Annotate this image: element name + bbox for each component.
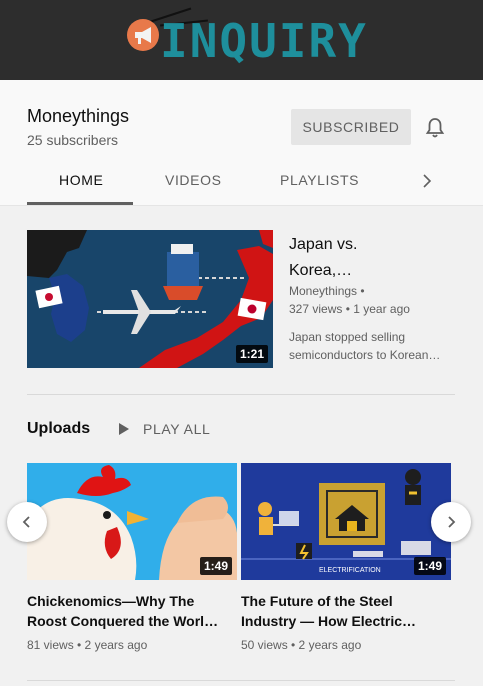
- tab-playlists[interactable]: PLAYLISTS: [280, 172, 359, 188]
- featured-video-description: Japan stopped selling semiconductors to …: [289, 328, 451, 364]
- chevron-right-icon[interactable]: [420, 172, 434, 190]
- bell-icon[interactable]: [425, 117, 445, 139]
- featured-channel-name[interactable]: Moneythings •: [289, 284, 365, 298]
- thumbnail-caption: ELECTRIFICATION: [319, 567, 381, 574]
- video-duration: 1:21: [235, 345, 268, 363]
- featured-video-meta: 327 views • 1 year ago: [289, 302, 410, 316]
- tab-home[interactable]: HOME: [59, 172, 103, 188]
- shelf-prev-button[interactable]: [7, 502, 47, 542]
- video-meta: 50 views • 2 years ago: [241, 638, 362, 652]
- uploads-shelf-title[interactable]: Uploads: [27, 420, 90, 438]
- description-line: Japan stopped selling: [289, 330, 406, 344]
- featured-video-title[interactable]: Japan vs. Korea,…: [289, 232, 459, 284]
- video-meta: 81 views • 2 years ago: [27, 638, 148, 652]
- channel-name: Moneythings: [27, 106, 130, 126]
- video-title-line: Roost Conquered the Worl…: [27, 613, 219, 629]
- section-divider: [27, 680, 455, 681]
- video-title-line: Chickenomics—Why The: [27, 593, 195, 609]
- channel-banner: INQUIRY: [0, 0, 483, 80]
- video-title-line: The Future of the Steel: [241, 593, 393, 609]
- featured-title-line: Korea,…: [289, 262, 353, 279]
- video-title[interactable]: The Future of the Steel Industry — How E…: [241, 591, 441, 631]
- shelf-next-button[interactable]: [431, 502, 471, 542]
- megaphone-icon: [127, 19, 159, 51]
- video-duration: 1:49: [199, 557, 232, 575]
- section-divider: [27, 394, 455, 395]
- video-thumbnail[interactable]: ELECTRIFICATION 1:49: [241, 463, 451, 580]
- play-icon[interactable]: [118, 422, 130, 436]
- video-title-line: Industry — How Electric…: [241, 613, 417, 629]
- subscriber-count: 25 subscribers: [27, 132, 119, 148]
- chevron-left-icon: [22, 516, 30, 528]
- featured-video-thumbnail[interactable]: 1:21: [27, 230, 273, 368]
- featured-title-line: Japan vs.: [289, 236, 358, 253]
- banner-logo-text: INQUIRY: [160, 14, 368, 68]
- video-thumbnail[interactable]: 1:49: [27, 463, 237, 580]
- subscribed-button[interactable]: SUBSCRIBED: [291, 109, 411, 145]
- video-title[interactable]: Chickenomics—Why The Roost Conquered the…: [27, 591, 227, 631]
- chevron-right-icon: [448, 516, 456, 528]
- video-duration: 1:49: [413, 557, 446, 575]
- play-all-button[interactable]: PLAY ALL: [143, 421, 210, 437]
- description-line: semiconductors to Korean…: [289, 348, 441, 362]
- tab-videos[interactable]: VIDEOS: [165, 172, 222, 188]
